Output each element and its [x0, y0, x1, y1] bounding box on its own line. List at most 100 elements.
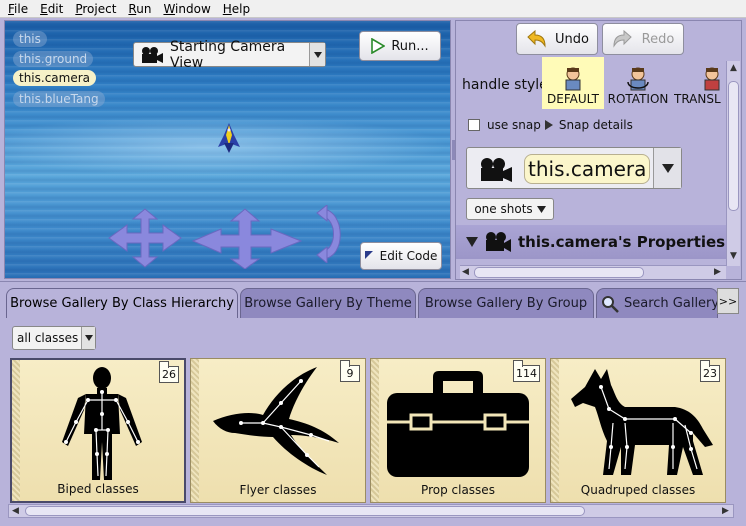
- gallery-card-prop[interactable]: 114 Prop classes: [370, 358, 546, 503]
- properties-title: this.camera's Properties: [518, 233, 726, 251]
- card-label: Quadruped classes: [580, 483, 696, 497]
- run-label: Run...: [391, 38, 429, 54]
- undo-button[interactable]: Undo: [516, 23, 598, 55]
- card-label: Prop classes: [421, 483, 495, 497]
- menu-project[interactable]: Project: [75, 2, 116, 16]
- edit-code-label: Edit Code: [379, 249, 438, 263]
- quadruped-silhouette-icon: [571, 369, 713, 475]
- move-handle-icon[interactable]: [105, 207, 185, 269]
- scene-view[interactable]: this this.ground this.camera this.blueTa…: [4, 20, 451, 279]
- one-shots-label: one shots: [474, 202, 533, 216]
- use-snap-checkbox[interactable]: [468, 119, 480, 131]
- scrollbar-thumb[interactable]: [474, 267, 644, 278]
- chevron-down-icon: [309, 43, 325, 66]
- movie-camera-icon: [484, 231, 512, 253]
- camera-view-label: Starting Camera View: [170, 38, 286, 71]
- handle-style-label: handle style:: [462, 77, 553, 93]
- handle-style-translation[interactable]: TRANSL: [674, 57, 726, 109]
- triangle-down-icon: [466, 237, 478, 247]
- translate-handle-icon[interactable]: [191, 207, 303, 269]
- tab-search[interactable]: Search Gallery: [596, 288, 718, 318]
- undo-arrow-icon: [525, 29, 547, 49]
- scene-object-ground[interactable]: this.ground: [13, 51, 94, 67]
- use-snap-label: use snap: [487, 118, 541, 132]
- person-default-icon: [561, 66, 585, 92]
- scrollbar-thumb[interactable]: [728, 81, 739, 211]
- properties-header[interactable]: this.camera's Properties: [456, 225, 726, 259]
- snap-details-toggle[interactable]: Snap details: [559, 118, 633, 132]
- alice-ide-window: File Edit Project Run Window Help this t…: [0, 0, 746, 526]
- gallery-card-flyer[interactable]: 9 Flyer classes: [190, 358, 366, 503]
- more-tabs-button[interactable]: >>: [717, 288, 739, 314]
- redo-arrow-icon: [612, 29, 634, 49]
- selected-object-name: this.camera: [524, 154, 650, 184]
- search-icon: [601, 295, 619, 313]
- handle-style-rotation-label: ROTATION: [607, 92, 669, 106]
- person-rotation-icon: [626, 66, 650, 92]
- tab-label: Search Gallery: [624, 296, 718, 311]
- rotate-handle-icon[interactable]: [315, 205, 349, 263]
- gallery-panel: Browse Gallery By Class Hierarchy Browse…: [0, 281, 746, 526]
- play-icon: [371, 38, 386, 54]
- tab-group[interactable]: Browse Gallery By Group: [418, 288, 594, 318]
- tab-class-hierarchy[interactable]: Browse Gallery By Class Hierarchy: [6, 288, 238, 318]
- redo-button[interactable]: Redo: [602, 23, 684, 55]
- selected-object-dropdown[interactable]: this.camera: [466, 147, 682, 189]
- scroll-down-icon[interactable]: ▼: [730, 251, 737, 261]
- blue-tang-fish[interactable]: [212, 121, 246, 155]
- edit-code-button[interactable]: Edit Code: [360, 242, 442, 270]
- scene-object-camera[interactable]: this.camera: [13, 70, 97, 86]
- chevron-down-icon: [653, 148, 681, 188]
- chevron-down-icon: [81, 327, 95, 349]
- gallery-card-quadruped[interactable]: 23 Quadruped classes: [550, 358, 726, 503]
- class-filter-dropdown[interactable]: all classes: [12, 326, 96, 350]
- scrollbar-thumb[interactable]: [25, 506, 585, 516]
- toolbox-silhouette-icon: [387, 371, 529, 477]
- undo-label: Undo: [555, 31, 589, 47]
- properties-horizontal-scrollbar[interactable]: ◀ ▶: [460, 265, 726, 279]
- gallery-tabs: Browse Gallery By Class Hierarchy Browse…: [4, 288, 740, 318]
- scroll-left-icon[interactable]: ◀: [462, 267, 469, 277]
- properties-vertical-scrollbar[interactable]: ▲ ▼: [726, 61, 740, 266]
- gallery-horizontal-scrollbar[interactable]: ◀ ▶: [8, 504, 734, 518]
- person-translate-icon: [700, 66, 724, 92]
- movie-camera-icon: [479, 157, 513, 183]
- scroll-up-icon[interactable]: ▲: [730, 63, 737, 73]
- tab-label: Browse Gallery By Theme: [244, 296, 412, 311]
- snap-row: use snap Snap details: [468, 118, 633, 132]
- menu-edit[interactable]: Edit: [40, 2, 63, 16]
- handle-style-default-label: DEFAULT: [547, 92, 599, 106]
- handle-style-rotation[interactable]: ROTATION: [606, 57, 670, 109]
- drag-grip[interactable]: [12, 360, 20, 501]
- scroll-left-icon[interactable]: ◀: [12, 506, 19, 516]
- tab-theme[interactable]: Browse Gallery By Theme: [240, 288, 416, 318]
- card-label: Biped classes: [57, 482, 139, 496]
- class-count-badge: 26: [159, 361, 179, 383]
- handle-style-default[interactable]: DEFAULT: [542, 57, 604, 109]
- biped-silhouette-icon: [62, 367, 142, 480]
- object-properties-panel: Undo Redo handle style: DEFAULT ROTATION: [455, 20, 742, 280]
- scene-object-this[interactable]: this: [13, 31, 47, 47]
- drag-grip[interactable]: [371, 359, 379, 502]
- one-shots-dropdown[interactable]: one shots: [466, 198, 554, 220]
- gallery-card-biped[interactable]: 26 Biped classes: [10, 358, 186, 503]
- run-button[interactable]: Run...: [359, 31, 441, 61]
- handle-style-translation-label: TRANSL: [674, 92, 721, 106]
- card-label: Flyer classes: [239, 483, 317, 497]
- menu-help[interactable]: Help: [223, 2, 250, 16]
- menu-file[interactable]: File: [8, 2, 28, 16]
- class-count-badge: 9: [340, 360, 360, 382]
- menu-run[interactable]: Run: [128, 2, 151, 16]
- scroll-right-icon[interactable]: ▶: [714, 267, 721, 277]
- menu-window[interactable]: Window: [163, 2, 210, 16]
- redo-label: Redo: [641, 31, 675, 47]
- menu-bar: File Edit Project Run Window Help: [0, 0, 746, 18]
- drag-grip[interactable]: [551, 359, 559, 502]
- scene-object-bluetang[interactable]: this.blueTang: [13, 91, 105, 107]
- camera-view-dropdown[interactable]: Starting Camera View: [133, 39, 326, 71]
- scroll-right-icon[interactable]: ▶: [722, 506, 729, 516]
- drag-grip[interactable]: [191, 359, 199, 502]
- triangle-right-icon[interactable]: [544, 120, 553, 130]
- chevron-down-icon: [536, 205, 546, 213]
- class-filter-label: all classes: [17, 331, 79, 345]
